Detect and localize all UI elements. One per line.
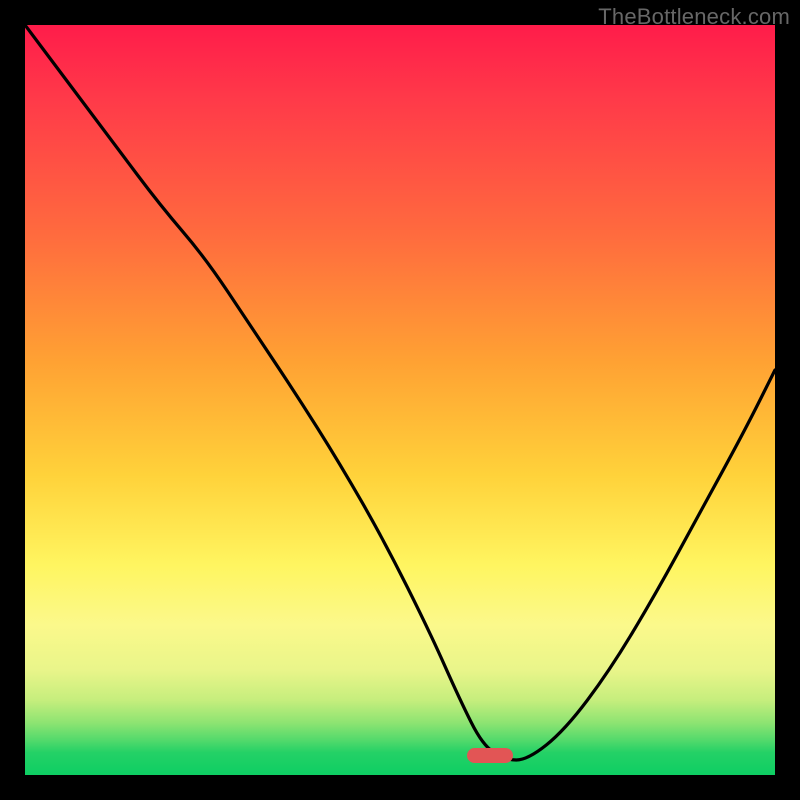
optimal-point-marker — [467, 748, 513, 763]
curve-path — [25, 25, 775, 760]
watermark-text: TheBottleneck.com — [598, 4, 790, 30]
bottleneck-curve — [25, 25, 775, 775]
chart-frame: TheBottleneck.com — [0, 0, 800, 800]
plot-area — [25, 25, 775, 775]
